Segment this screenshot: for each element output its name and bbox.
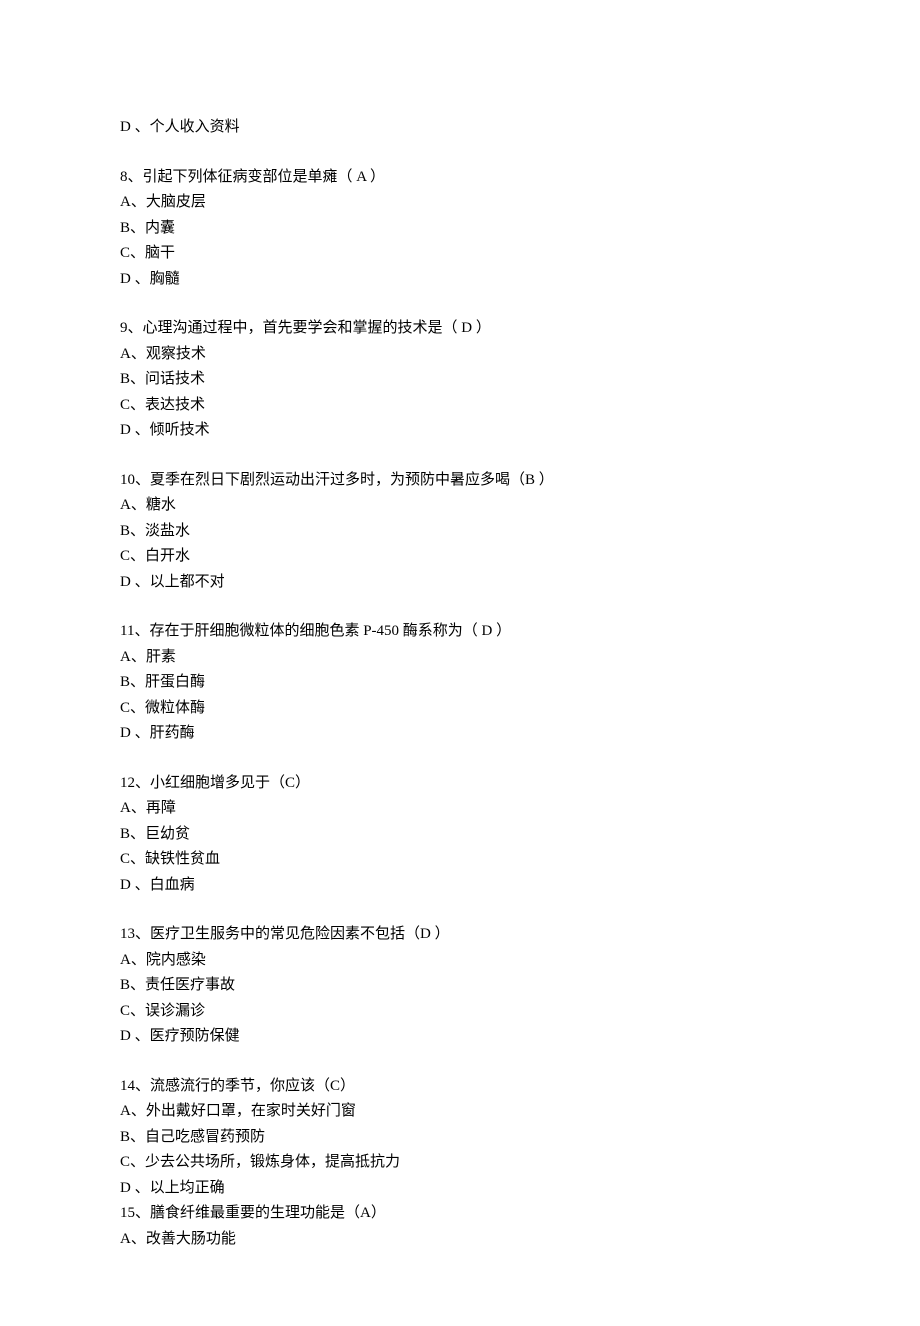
option-d: D 、胸髓 (120, 267, 800, 293)
option-d: D 、倾听技术 (120, 418, 800, 444)
option-b: B、淡盐水 (120, 519, 800, 545)
option-a: A、观察技术 (120, 342, 800, 368)
question-stem: 12、小红细胞增多见于（C） (120, 771, 800, 797)
question-stem-15: 15、膳食纤维最重要的生理功能是（A） (120, 1201, 800, 1227)
question-8: 8、引起下列体征病变部位是单瘫（ A ） A、大脑皮层 B、内囊 C、脑干 D … (120, 165, 800, 293)
option-b: B、内囊 (120, 216, 800, 242)
option-d: D 、医疗预防保健 (120, 1024, 800, 1050)
question-stem: 13、医疗卫生服务中的常见危险因素不包括（D ） (120, 922, 800, 948)
question-11: 11、存在于肝细胞微粒体的细胞色素 P-450 酶系称为（ D ） A、肝素 B… (120, 619, 800, 747)
option-a: A、再障 (120, 796, 800, 822)
question-stem: 10、夏季在烈日下剧烈运动出汗过多时，为预防中暑应多喝（B ） (120, 468, 800, 494)
question-12: 12、小红细胞增多见于（C） A、再障 B、巨幼贫 C、缺铁性贫血 D 、白血病 (120, 771, 800, 899)
question-9: 9、心理沟通过程中，首先要学会和掌握的技术是（ D ） A、观察技术 B、问话技… (120, 316, 800, 444)
question-13: 13、医疗卫生服务中的常见危险因素不包括（D ） A、院内感染 B、责任医疗事故… (120, 922, 800, 1050)
option-a: A、院内感染 (120, 948, 800, 974)
question-stem: 11、存在于肝细胞微粒体的细胞色素 P-450 酶系称为（ D ） (120, 619, 800, 645)
option-c: C、缺铁性贫血 (120, 847, 800, 873)
option-a: A、肝素 (120, 645, 800, 671)
option-c: C、少去公共场所，锻炼身体，提高抵抗力 (120, 1150, 800, 1176)
option-a: A、大脑皮层 (120, 190, 800, 216)
option-d: D 、以上都不对 (120, 570, 800, 596)
option-b: B、自己吃感冒药预防 (120, 1125, 800, 1151)
option-c: C、白开水 (120, 544, 800, 570)
option-c: C、脑干 (120, 241, 800, 267)
orphan-option-d: D 、个人收入资料 (120, 115, 800, 141)
option-a-15: A、改善大肠功能 (120, 1227, 800, 1253)
option-c: C、表达技术 (120, 393, 800, 419)
option-d: D 、以上均正确 (120, 1176, 800, 1202)
option-b: B、肝蛋白酶 (120, 670, 800, 696)
question-14: 14、流感流行的季节，你应该（C） A、外出戴好口罩，在家时关好门窗 B、自己吃… (120, 1074, 800, 1253)
question-10: 10、夏季在烈日下剧烈运动出汗过多时，为预防中暑应多喝（B ） A、糖水 B、淡… (120, 468, 800, 596)
option-d: D 、白血病 (120, 873, 800, 899)
option-d: D 、肝药酶 (120, 721, 800, 747)
option-c: C、误诊漏诊 (120, 999, 800, 1025)
option-a: A、外出戴好口罩，在家时关好门窗 (120, 1099, 800, 1125)
option-a: A、糖水 (120, 493, 800, 519)
option-b: B、责任医疗事故 (120, 973, 800, 999)
option-b: B、问话技术 (120, 367, 800, 393)
option-c: C、微粒体酶 (120, 696, 800, 722)
option-b: B、巨幼贫 (120, 822, 800, 848)
question-stem: 8、引起下列体征病变部位是单瘫（ A ） (120, 165, 800, 191)
question-stem: 14、流感流行的季节，你应该（C） (120, 1074, 800, 1100)
question-stem: 9、心理沟通过程中，首先要学会和掌握的技术是（ D ） (120, 316, 800, 342)
